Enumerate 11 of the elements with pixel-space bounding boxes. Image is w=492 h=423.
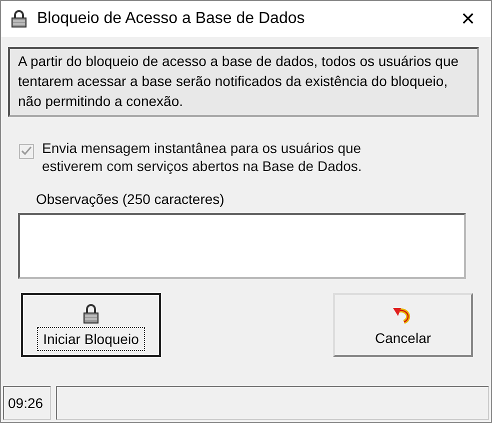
window-title: Bloqueio de Acesso a Base de Dados (37, 10, 306, 28)
action-button[interactable]: Iniciar Bloqueio (21, 293, 161, 357)
checkbox-label: Envia mensagem instantânea para os usuários que estiverem com serviços abertos na Base de Dados. (42, 139, 363, 175)
padlock-icon (9, 9, 29, 29)
notes-field[interactable] (18, 213, 466, 279)
close-button[interactable]: ✕ (445, 1, 491, 37)
info-text: A partir do bloqueio de acesso a base de dados, todos os usuários que tentarem acessar a base serão notificados da existência do bloqueio, não permitindo a conexão. (8, 47, 479, 117)
action-button[interactable]: Cancelar (333, 293, 473, 357)
padlock-icon (81, 303, 101, 325)
field-label: Observações (250 caracteres) (36, 191, 224, 207)
status-time: 09:26 (3, 386, 51, 420)
